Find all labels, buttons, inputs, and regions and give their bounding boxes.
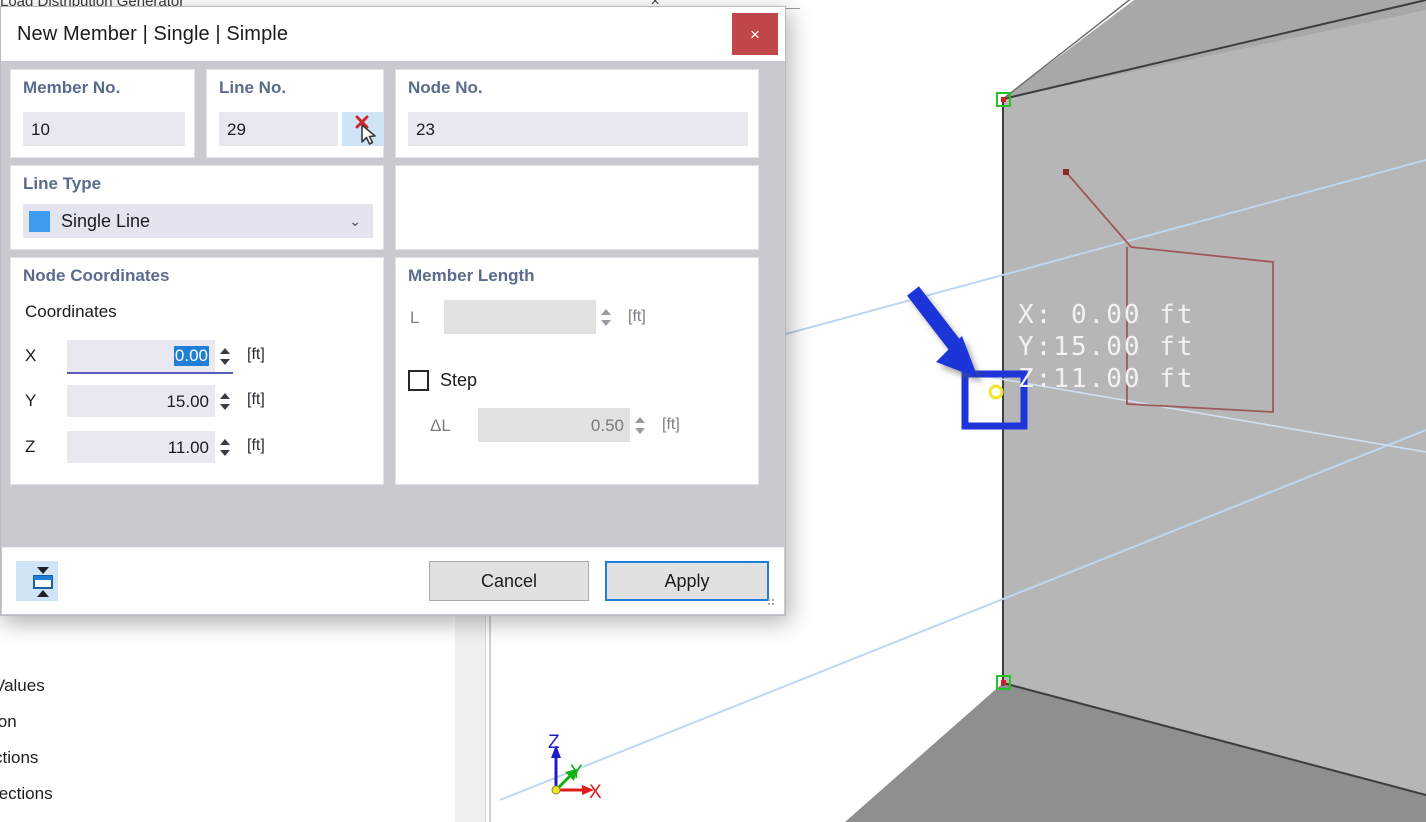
- tree-item-values[interactable]: Values: [0, 676, 45, 696]
- member-length-label: Member Length: [408, 266, 535, 286]
- coord-unit-x: [ft]: [247, 346, 265, 364]
- line-type-combobox[interactable]: Single Line ⌄: [23, 204, 373, 238]
- node-no-input[interactable]: 23: [408, 112, 748, 146]
- panel-divider[interactable]: [489, 612, 491, 822]
- coord-input-z[interactable]: 11.00: [67, 431, 215, 463]
- coord-row-label-z: Z: [25, 437, 35, 457]
- coordinates-subtitle: Coordinates: [25, 302, 117, 322]
- coord-stepper-z[interactable]: [217, 431, 232, 463]
- line-type-label: Line Type: [23, 174, 101, 194]
- tree-item-ion[interactable]: ion: [0, 712, 17, 732]
- step-checkbox-label: Step: [440, 370, 477, 391]
- stepper-up-icon[interactable]: [220, 439, 230, 445]
- member-no-label: Member No.: [23, 78, 120, 98]
- length-stepper[interactable]: [598, 300, 613, 334]
- panel-divider-light: [485, 612, 486, 822]
- coord-stepper-y[interactable]: [217, 385, 232, 417]
- dialog-footer: Cancel Apply: [2, 547, 784, 614]
- vertical-scrollbar[interactable]: [455, 612, 485, 822]
- stepper-down-icon[interactable]: [220, 359, 230, 365]
- coord-row-label-x: X: [25, 346, 36, 366]
- dialog-body: Member No. 10 Line No. 29 Node No. 23: [1, 61, 785, 551]
- coord-row-label-y: Y: [25, 391, 36, 411]
- coord-unit-y: [ft]: [247, 391, 265, 409]
- delta-length-input[interactable]: 0.50: [478, 408, 630, 442]
- select-cursor-icon[interactable]: [342, 112, 384, 146]
- new-member-dialog[interactable]: New Member | Single | Simple × Member No…: [0, 6, 786, 616]
- member-no-input[interactable]: 10: [23, 112, 185, 146]
- step-checkbox[interactable]: [408, 370, 429, 391]
- coord-input-x-focus-underline: [67, 372, 233, 374]
- apply-button[interactable]: Apply: [605, 561, 769, 601]
- coord-stepper-x[interactable]: [217, 340, 232, 372]
- line-no-input[interactable]: 29: [219, 112, 338, 146]
- coord-input-x-value: 0.00: [174, 346, 209, 366]
- node-no-group: Node No. 23: [395, 69, 759, 158]
- dialog-title: New Member | Single | Simple: [1, 23, 288, 46]
- resize-grip-icon[interactable]: [768, 599, 778, 609]
- empty-panel: [395, 165, 759, 250]
- chevron-down-icon[interactable]: ⌄: [349, 213, 361, 230]
- stepper-up-icon[interactable]: [220, 393, 230, 399]
- pick-line-icon: [348, 113, 390, 147]
- stepper-up-icon[interactable]: [220, 348, 230, 354]
- stepper-down-icon[interactable]: [601, 320, 611, 326]
- delta-length-stepper[interactable]: [632, 408, 647, 442]
- coord-input-x[interactable]: 0.00: [67, 340, 215, 372]
- node-no-label: Node No.: [408, 78, 483, 98]
- line-type-selected-value: Single Line: [61, 211, 150, 232]
- node-coordinates-label: Node Coordinates: [23, 266, 169, 286]
- length-input[interactable]: [444, 300, 596, 334]
- line-no-label: Line No.: [219, 78, 286, 98]
- collapse-glyph-icon: [22, 562, 64, 602]
- line-no-group: Line No. 29: [206, 69, 384, 158]
- close-icon[interactable]: ×: [732, 13, 778, 55]
- delta-length-label: ΔL: [430, 416, 451, 436]
- collapse-dialog-icon[interactable]: [16, 561, 58, 601]
- length-unit: [ft]: [628, 308, 646, 326]
- stepper-down-icon[interactable]: [635, 428, 645, 434]
- member-length-group: Member Length L [ft] Step ΔL 0.50: [395, 257, 759, 485]
- dialog-titlebar[interactable]: New Member | Single | Simple ×: [1, 7, 785, 61]
- coord-unit-z: [ft]: [247, 437, 265, 455]
- node-coordinates-group: Node Coordinates Coordinates X 0.00 [ft]…: [10, 257, 384, 485]
- delta-length-unit: [ft]: [662, 416, 680, 434]
- stepper-up-icon[interactable]: [635, 417, 645, 423]
- member-no-group: Member No. 10: [10, 69, 195, 158]
- length-label: L: [410, 308, 419, 328]
- line-color-swatch-icon: [29, 211, 50, 232]
- navigator-tree-panel: ion Values ion ctions fections fication …: [0, 604, 452, 822]
- stepper-down-icon[interactable]: [220, 404, 230, 410]
- line-type-group: Line Type Single Line ⌄: [10, 165, 384, 250]
- tree-item-fections[interactable]: fections: [0, 784, 53, 804]
- coord-input-y[interactable]: 15.00: [67, 385, 215, 417]
- application-root: Load Distribution Generator × ion Values…: [0, 0, 1426, 822]
- tree-item-ctions[interactable]: ctions: [0, 748, 38, 768]
- cancel-button[interactable]: Cancel: [429, 561, 589, 601]
- stepper-up-icon[interactable]: [601, 309, 611, 315]
- stepper-down-icon[interactable]: [220, 450, 230, 456]
